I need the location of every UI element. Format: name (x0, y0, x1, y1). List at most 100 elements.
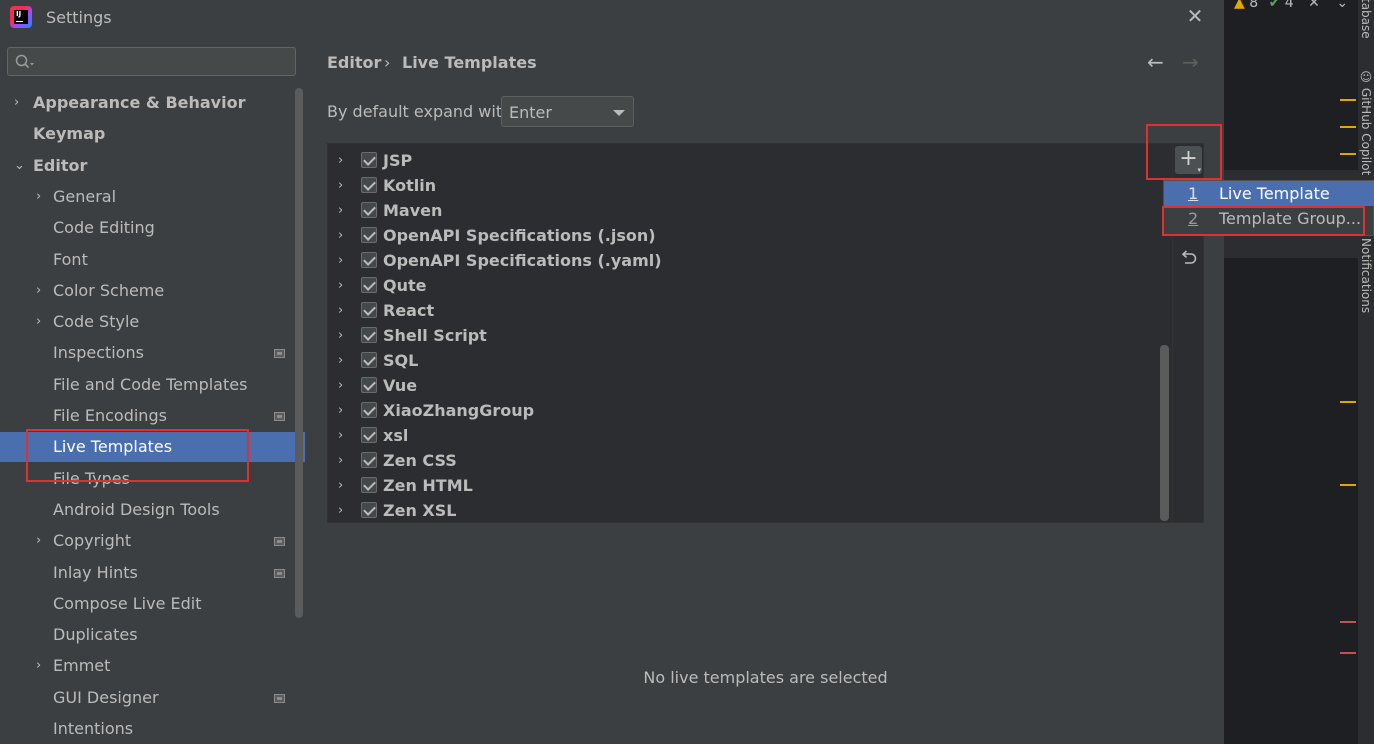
sidebar-item-duplicates[interactable]: Duplicates (0, 620, 305, 650)
warning-marker[interactable] (1340, 126, 1356, 128)
expand-key-dropdown[interactable]: Enter (501, 96, 634, 127)
template-group-row[interactable]: › JSP (328, 148, 1172, 173)
sidebar-item-gui-designer[interactable]: GUI Designer (0, 683, 305, 713)
undo-icon[interactable] (1179, 248, 1199, 268)
sidebar-item-file-and-code-templates[interactable]: File and Code Templates (0, 370, 305, 400)
tool-window-copilot[interactable]: ☺ GitHub Copilot (1359, 70, 1373, 175)
error-marker[interactable] (1340, 621, 1356, 623)
copilot-icon: ☺ (1359, 70, 1373, 84)
group-checkbox[interactable] (361, 227, 377, 243)
sidebar-item-keymap[interactable]: Keymap (0, 119, 305, 149)
check-icon[interactable]: ✔ (1269, 0, 1281, 11)
warning-icon[interactable]: ▲ (1234, 0, 1245, 11)
warning-marker[interactable] (1340, 401, 1356, 403)
template-group-row[interactable]: › Zen CSS (328, 448, 1172, 473)
group-checkbox[interactable] (361, 177, 377, 193)
expand-chevron-icon[interactable]: › (338, 423, 343, 448)
template-group-row[interactable]: › Maven (328, 198, 1172, 223)
warning-marker[interactable] (1340, 484, 1356, 486)
sidebar-item-copyright[interactable]: › Copyright (0, 526, 305, 556)
group-checkbox[interactable] (361, 152, 377, 168)
sidebar-item-file-encodings[interactable]: File Encodings (0, 401, 305, 431)
sidebar-scrollbar[interactable] (295, 88, 303, 618)
sidebar-item-general[interactable]: › General (0, 182, 305, 212)
group-checkbox[interactable] (361, 452, 377, 468)
warning-marker[interactable] (1340, 99, 1356, 101)
expand-chevron-icon[interactable]: › (338, 198, 343, 223)
sidebar-item-color-scheme[interactable]: › Color Scheme (0, 276, 305, 306)
sidebar-item-font[interactable]: Font (0, 245, 305, 275)
search-input[interactable] (7, 47, 296, 76)
expand-chevron-icon[interactable]: › (338, 298, 343, 323)
expand-chevron-icon[interactable]: › (338, 498, 343, 522)
chevron-right-icon[interactable]: › (36, 526, 41, 556)
expand-chevron-icon[interactable]: › (338, 223, 343, 248)
sidebar-item-editor[interactable]: ⌄ Editor (0, 151, 305, 181)
sidebar-item-android-design-tools[interactable]: Android Design Tools (0, 495, 305, 525)
expand-chevron-icon[interactable]: › (338, 398, 343, 423)
template-group-row[interactable]: › XiaoZhangGroup (328, 398, 1172, 423)
warning-marker[interactable] (1340, 153, 1356, 155)
template-group-row[interactable]: › xsl (328, 423, 1172, 448)
group-checkbox[interactable] (361, 377, 377, 393)
sidebar-item-appearance-behavior[interactable]: › Appearance & Behavior (0, 88, 305, 118)
editor-background: ▲ 8 ✔ 4 ✕ ⌄ (1224, 0, 1358, 744)
chevron-right-icon[interactable]: › (14, 88, 19, 118)
sidebar-item-compose-live-edit[interactable]: Compose Live Edit (0, 589, 305, 619)
chevron-down-icon[interactable]: ⌄ (14, 151, 25, 181)
expand-chevron-icon[interactable]: › (338, 148, 343, 173)
group-checkbox[interactable] (361, 252, 377, 268)
expand-chevron-icon[interactable]: › (338, 348, 343, 373)
group-checkbox[interactable] (361, 427, 377, 443)
template-group-row[interactable]: › OpenAPI Specifications (.yaml) (328, 248, 1172, 273)
group-checkbox[interactable] (361, 202, 377, 218)
sidebar-item-code-style[interactable]: › Code Style (0, 307, 305, 337)
template-group-row[interactable]: › Zen XSL (328, 498, 1172, 522)
tool-window-database[interactable]: tabase (1359, 0, 1373, 39)
template-group-row[interactable]: › SQL (328, 348, 1172, 373)
group-checkbox[interactable] (361, 277, 377, 293)
close-icon[interactable]: ✕ (1308, 0, 1320, 11)
close-button[interactable]: ✕ (1185, 6, 1205, 26)
back-arrow-icon[interactable]: ← (1147, 50, 1164, 74)
expand-chevron-icon[interactable]: › (338, 173, 343, 198)
group-checkbox[interactable] (361, 502, 377, 518)
sidebar-item-inspections[interactable]: Inspections (0, 338, 305, 368)
tree-scrollbar[interactable] (1160, 345, 1169, 521)
template-group-row[interactable]: › Vue (328, 373, 1172, 398)
menu-item-live-template[interactable]: 1 Live Template (1164, 181, 1374, 206)
chevron-right-icon[interactable]: › (36, 651, 41, 681)
forward-arrow-icon[interactable]: → (1182, 50, 1199, 74)
expand-chevron-icon[interactable]: › (338, 273, 343, 298)
chevron-down-icon[interactable]: ⌄ (1336, 0, 1348, 11)
chevron-right-icon[interactable]: › (36, 307, 41, 337)
template-group-row[interactable]: › React (328, 298, 1172, 323)
sidebar-item-intentions[interactable]: Intentions (0, 714, 305, 744)
template-groups-tree: › JSP › Kotlin › Maven › OpenAPI Specifications… (327, 143, 1173, 523)
template-group-row[interactable]: › Shell Script (328, 323, 1172, 348)
expand-chevron-icon[interactable]: › (338, 373, 343, 398)
tool-window-notifications[interactable]: Notifications (1359, 238, 1373, 313)
group-checkbox[interactable] (361, 302, 377, 318)
breadcrumb-parent[interactable]: Editor (327, 53, 381, 72)
group-checkbox[interactable] (361, 477, 377, 493)
template-group-row[interactable]: › Zen HTML (328, 473, 1172, 498)
sidebar-item-inlay-hints[interactable]: Inlay Hints (0, 558, 305, 588)
sidebar-item-label: Duplicates (53, 625, 138, 645)
chevron-right-icon[interactable]: › (36, 182, 41, 212)
expand-chevron-icon[interactable]: › (338, 323, 343, 348)
error-marker[interactable] (1340, 652, 1356, 654)
sidebar-item-emmet[interactable]: › Emmet (0, 651, 305, 681)
sidebar-item-code-editing[interactable]: Code Editing (0, 213, 305, 243)
template-group-label: XiaoZhangGroup (383, 401, 535, 420)
chevron-right-icon[interactable]: › (36, 276, 41, 306)
template-group-row[interactable]: › Qute (328, 273, 1172, 298)
template-group-row[interactable]: › Kotlin (328, 173, 1172, 198)
expand-chevron-icon[interactable]: › (338, 473, 343, 498)
group-checkbox[interactable] (361, 402, 377, 418)
expand-chevron-icon[interactable]: › (338, 448, 343, 473)
template-group-row[interactable]: › OpenAPI Specifications (.json) (328, 223, 1172, 248)
expand-chevron-icon[interactable]: › (338, 248, 343, 273)
group-checkbox[interactable] (361, 327, 377, 343)
group-checkbox[interactable] (361, 352, 377, 368)
